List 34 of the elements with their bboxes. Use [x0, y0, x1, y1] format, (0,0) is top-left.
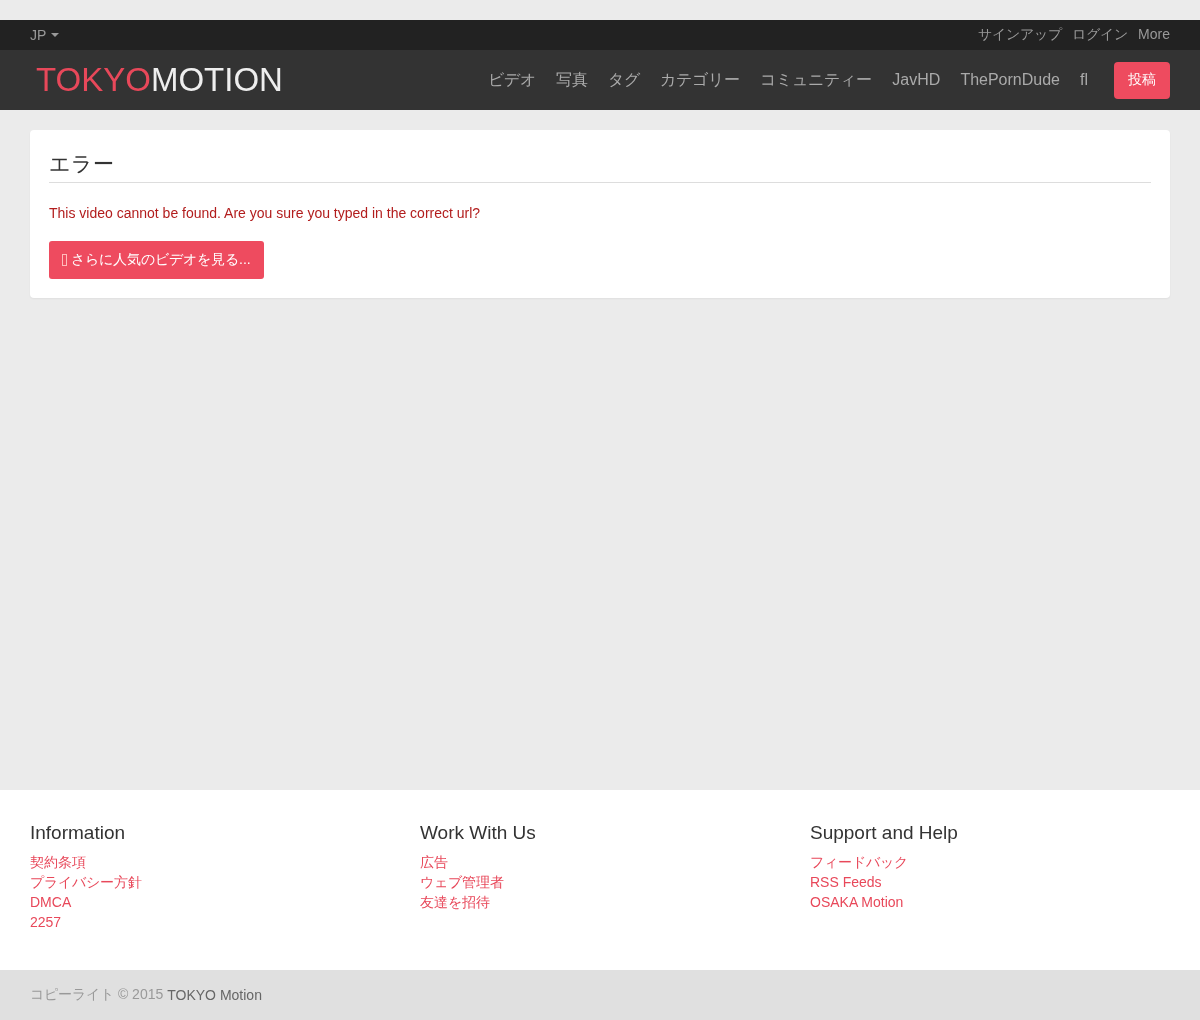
nav-link[interactable]: ビデオ	[488, 69, 537, 91]
caret-icon	[51, 33, 60, 37]
footer-heading: Support and Help	[810, 822, 958, 844]
footer-link[interactable]: RSS Feeds	[810, 872, 882, 892]
footer-link[interactable]: 契約条項	[30, 852, 86, 872]
nav-link[interactable]: 写真	[556, 69, 589, 91]
nav-link[interactable]: タグ	[608, 69, 641, 91]
footer-heading: Work With Us	[420, 822, 536, 844]
top-link[interactable]: サインアップ	[978, 26, 1063, 44]
footer-link[interactable]: プライバシー方針	[30, 872, 142, 892]
popular-videos-button[interactable]: さらに人気のビデオを見る...	[49, 241, 264, 279]
site-logo[interactable]: TOKYOMOTION	[36, 61, 283, 99]
footer-link[interactable]: フィードバック	[810, 852, 908, 872]
footer-link[interactable]: 友達を招待	[420, 892, 490, 912]
error-title: エラー	[49, 151, 114, 177]
top-link[interactable]: More	[1138, 26, 1170, 44]
nav-link[interactable]: コミュニティー	[760, 69, 873, 91]
footer-link[interactable]: ウェブ管理者	[420, 872, 504, 892]
missing-glyph-icon	[62, 254, 67, 266]
nav-link[interactable]: カテゴリー	[660, 69, 741, 91]
footer-heading: Information	[30, 822, 126, 844]
footer-link[interactable]: OSAKA Motion	[810, 892, 904, 912]
footer-link[interactable]: DMCA	[30, 892, 72, 912]
top-link[interactable]: ログイン	[1072, 26, 1129, 44]
nav-link[interactable]: JavHD	[892, 71, 941, 89]
footer-link[interactable]: 広告	[420, 852, 448, 872]
footer-link[interactable]: 2257	[30, 912, 62, 932]
nav-link[interactable]: ThePornDude	[960, 71, 1060, 89]
upload-button[interactable]: 投稿	[1114, 61, 1170, 99]
copyright-text: コピーライト © 2015	[30, 986, 164, 1004]
nav-link[interactable]: fl	[1080, 71, 1088, 89]
copyright-brand: TOKYO Motion	[167, 987, 262, 1003]
language-dropdown[interactable]: JP	[30, 27, 60, 43]
error-message: This video cannot be found. Are you sure you typed in the correct url?	[49, 205, 482, 221]
